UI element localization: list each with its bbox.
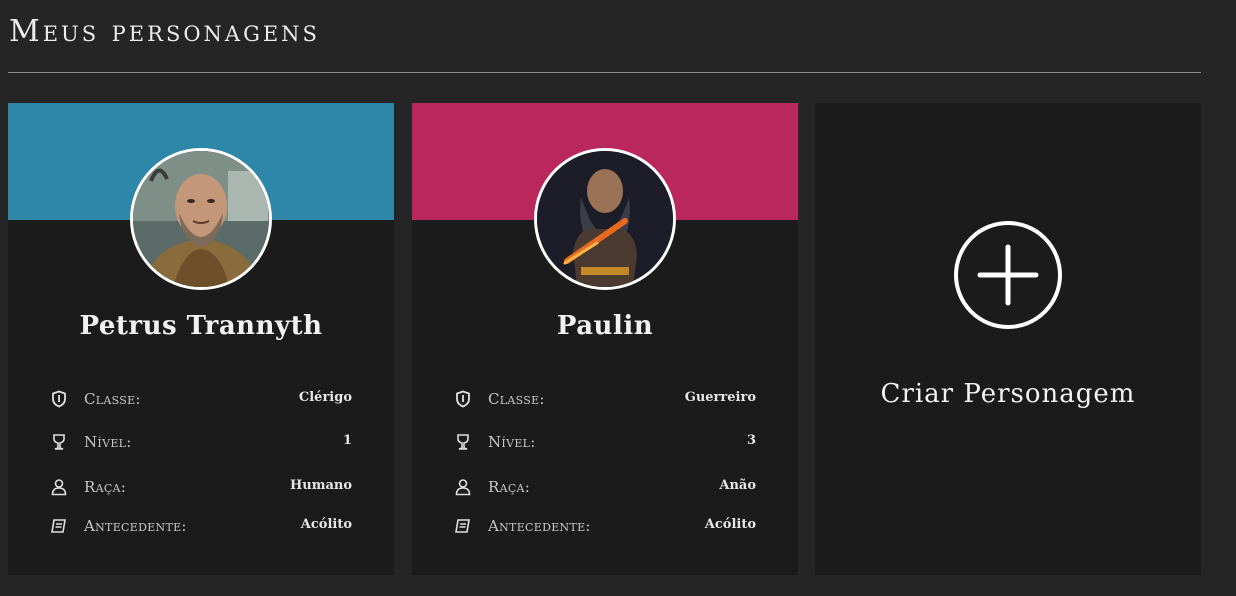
- stat-background: Antecedente: Acólito: [50, 515, 352, 539]
- flask-icon: [50, 433, 68, 451]
- plus-circle-icon[interactable]: [952, 219, 1064, 331]
- stat-value-level: 3: [746, 433, 756, 448]
- shield-icon: [454, 390, 472, 408]
- character-avatar: [130, 148, 272, 290]
- cleric-portrait-image: [133, 151, 269, 287]
- create-character-card[interactable]: Criar Personagem: [815, 103, 1201, 575]
- stat-value-background: Acólito: [704, 517, 756, 532]
- stat-label-level: Nível:: [488, 433, 536, 451]
- stat-label-race: Raça:: [84, 478, 127, 496]
- stat-level: Nível: 1: [50, 431, 352, 455]
- stat-label-background: Antecedente:: [84, 517, 187, 535]
- character-name: Petrus Trannyth: [79, 311, 323, 341]
- create-character-label[interactable]: Criar Personagem: [815, 379, 1201, 409]
- stat-race: Raça: Anão: [454, 476, 756, 500]
- stat-label-class: Classe:: [84, 390, 141, 408]
- stat-label-level: Nível:: [84, 433, 132, 451]
- person-icon: [454, 478, 472, 496]
- character-card-petrus[interactable]: Petrus Trannyth Classe: Clérigo Nível: 1…: [8, 103, 394, 575]
- stat-level: Nível: 3: [454, 431, 756, 455]
- scroll-icon: [50, 517, 68, 535]
- character-name: Paulin: [556, 311, 654, 341]
- stat-value-level: 1: [342, 433, 352, 448]
- stat-label-race: Raça:: [488, 478, 531, 496]
- stat-value-class: Clérigo: [298, 390, 352, 405]
- stat-value-background: Acólito: [300, 517, 352, 532]
- person-icon: [50, 478, 68, 496]
- warrior-portrait-image: [537, 151, 673, 287]
- shield-icon: [50, 390, 68, 408]
- stat-class: Classe: Clérigo: [50, 388, 352, 412]
- scroll-icon: [454, 517, 472, 535]
- stat-value-class: Guerreiro: [684, 390, 756, 405]
- stat-label-background: Antecedente:: [488, 517, 591, 535]
- character-card-paulin[interactable]: Paulin Classe: Guerreiro Nível: 3 Raça: …: [412, 103, 798, 575]
- stat-value-race: Humano: [289, 478, 352, 493]
- character-avatar: [534, 148, 676, 290]
- stat-class: Classe: Guerreiro: [454, 388, 756, 412]
- stat-value-race: Anão: [719, 478, 756, 493]
- stat-label-class: Classe:: [488, 390, 545, 408]
- flask-icon: [454, 433, 472, 451]
- stat-background: Antecedente: Acólito: [454, 515, 756, 539]
- title-divider: [8, 72, 1201, 73]
- stat-race: Raça: Humano: [50, 476, 352, 500]
- page-title: Meus personagens: [9, 14, 320, 49]
